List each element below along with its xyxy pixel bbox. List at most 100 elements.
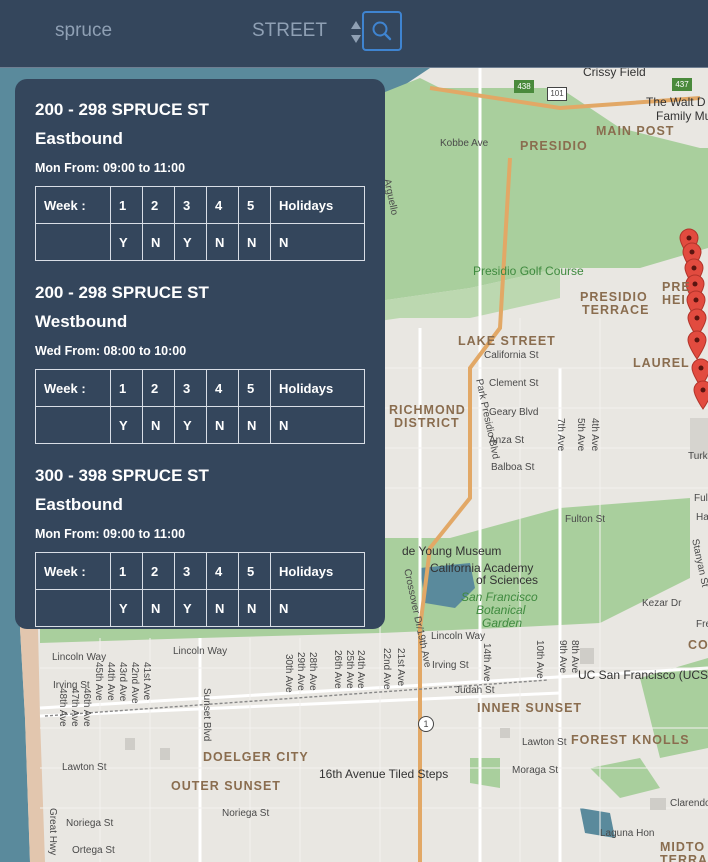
map-label: Lawton St (62, 762, 107, 773)
table-cell: Y (174, 589, 207, 627)
table-cell: N (270, 406, 365, 444)
table-cell: Y (110, 589, 143, 627)
column-header: 4 (206, 369, 239, 407)
map-label: 21st Ave (395, 648, 406, 687)
map-label: Laguna Hon (600, 828, 655, 839)
map-label: Moraga St (512, 765, 559, 776)
map-label: UC San Francisco (UCS (578, 668, 708, 682)
map-label: DOELGER CITY (203, 750, 309, 764)
column-header: 5 (238, 369, 271, 407)
map-label: Sunset Blvd (201, 688, 212, 742)
column-header: 1 (110, 552, 143, 590)
street-segment-title: 200 - 298 SPRUCE ST (35, 100, 209, 119)
map-label: 47th Ave (69, 688, 80, 727)
map-label: 25th Ave (344, 650, 355, 689)
column-header: Week : (35, 186, 111, 224)
map-label: Kobbe Ave (440, 138, 489, 149)
map-label: RICHMOND (389, 403, 466, 417)
map-label: OUTER SUNSET (171, 779, 281, 793)
map-label: Lawton St (522, 737, 567, 748)
table-cell: Y (174, 406, 207, 444)
direction-label: Eastbound (35, 495, 123, 514)
column-header: 3 (174, 552, 207, 590)
schedule-table: Week : 1 2 3 4 5 Holidays Y N Y N N N (35, 369, 365, 444)
map-label: 26th Ave (332, 650, 343, 689)
map-label: 7th Ave (555, 418, 566, 452)
map-label: CO (688, 638, 708, 652)
table-cell: N (206, 223, 239, 261)
sort-arrows-icon[interactable] (350, 19, 362, 45)
table-cell (35, 223, 111, 261)
map-label: Presidio Golf Course (473, 264, 584, 278)
schedule-time: Mon From: 09:00 to 11:00 (35, 527, 186, 541)
search-type-label: STREET (252, 20, 327, 41)
highway-shield: 1 (418, 716, 434, 732)
column-header: Holidays (270, 369, 365, 407)
map-marker[interactable] (692, 380, 708, 410)
column-header: 1 (110, 369, 143, 407)
column-header: 3 (174, 369, 207, 407)
map-label: 16th Avenue Tiled Steps (319, 767, 449, 781)
map-label: Irving St (432, 660, 469, 671)
table-cell: N (270, 223, 365, 261)
table-row: Y N Y N N N (35, 589, 365, 627)
column-header: 2 (142, 552, 175, 590)
map-label: 14th Ave (481, 643, 492, 682)
map-label: 46th Ave (81, 688, 92, 727)
map-label: HEI (662, 293, 686, 307)
map-label: Clement St (489, 378, 539, 389)
map-label: Balboa St (491, 462, 535, 473)
search-type-select[interactable]: STREET (252, 16, 327, 46)
column-header: Holidays (270, 552, 365, 590)
column-header: 4 (206, 186, 239, 224)
map-label: Family Mus (656, 109, 708, 123)
highway-shield: 101 (547, 87, 567, 101)
map-label: PRE (662, 280, 691, 294)
table-cell: N (238, 223, 271, 261)
map-label: 42nd Ave (129, 662, 140, 704)
table-cell: N (142, 406, 175, 444)
map-label: 9th Ave (557, 640, 568, 674)
map-label: San Francisco (461, 590, 538, 604)
table-cell: N (238, 589, 271, 627)
column-header: 2 (142, 369, 175, 407)
map-label: 41st Ave (141, 662, 152, 701)
map-label: Turk (688, 451, 708, 462)
table-cell: N (238, 406, 271, 444)
map-label: Lincoln Way (173, 646, 228, 657)
highway-shield: 438 (514, 80, 534, 93)
map-label: DISTRICT (394, 416, 460, 430)
search-input[interactable] (40, 16, 220, 46)
map-label: TERRA (660, 853, 708, 862)
magnifier-icon (372, 21, 392, 41)
schedule-table: Week : 1 2 3 4 5 Holidays Y N Y N N N (35, 186, 365, 261)
column-header: 4 (206, 552, 239, 590)
column-header: 1 (110, 186, 143, 224)
map-label: of Sciences (476, 573, 539, 587)
map-label: INNER SUNSET (477, 701, 583, 715)
table-header-row: Week : 1 2 3 4 5 Holidays (35, 186, 365, 224)
map-label: Fulton St (565, 514, 606, 525)
map-label: 28th Ave (307, 652, 318, 691)
table-cell: N (270, 589, 365, 627)
direction-label: Westbound (35, 312, 128, 331)
direction-label: Eastbound (35, 129, 123, 148)
search-button[interactable] (362, 11, 402, 51)
map-label: PRESIDIO (520, 139, 588, 153)
map-label: 8th Ave (569, 640, 580, 674)
column-header: Week : (35, 552, 111, 590)
schedule-entry: 300 - 398 SPRUCE ST Eastbound Mon From: … (35, 465, 365, 627)
schedule-table: Week : 1 2 3 4 5 Holidays Y N Y N N N (35, 552, 365, 627)
schedule-time: Mon From: 09:00 to 11:00 (35, 161, 186, 175)
map-label: 24th Ave (355, 650, 366, 689)
map-label: Botanical (476, 603, 526, 617)
map-label: 45th Ave (93, 662, 104, 701)
map-label: Great Hwy (47, 808, 58, 856)
map-label: Geary Blvd (489, 407, 539, 418)
map-label: 43rd Ave (117, 662, 128, 702)
map-label: California St (484, 350, 539, 361)
map-label: Noriega St (66, 818, 114, 829)
highway-shield: 437 (672, 78, 692, 91)
table-cell: N (142, 223, 175, 261)
table-cell: Y (174, 223, 207, 261)
